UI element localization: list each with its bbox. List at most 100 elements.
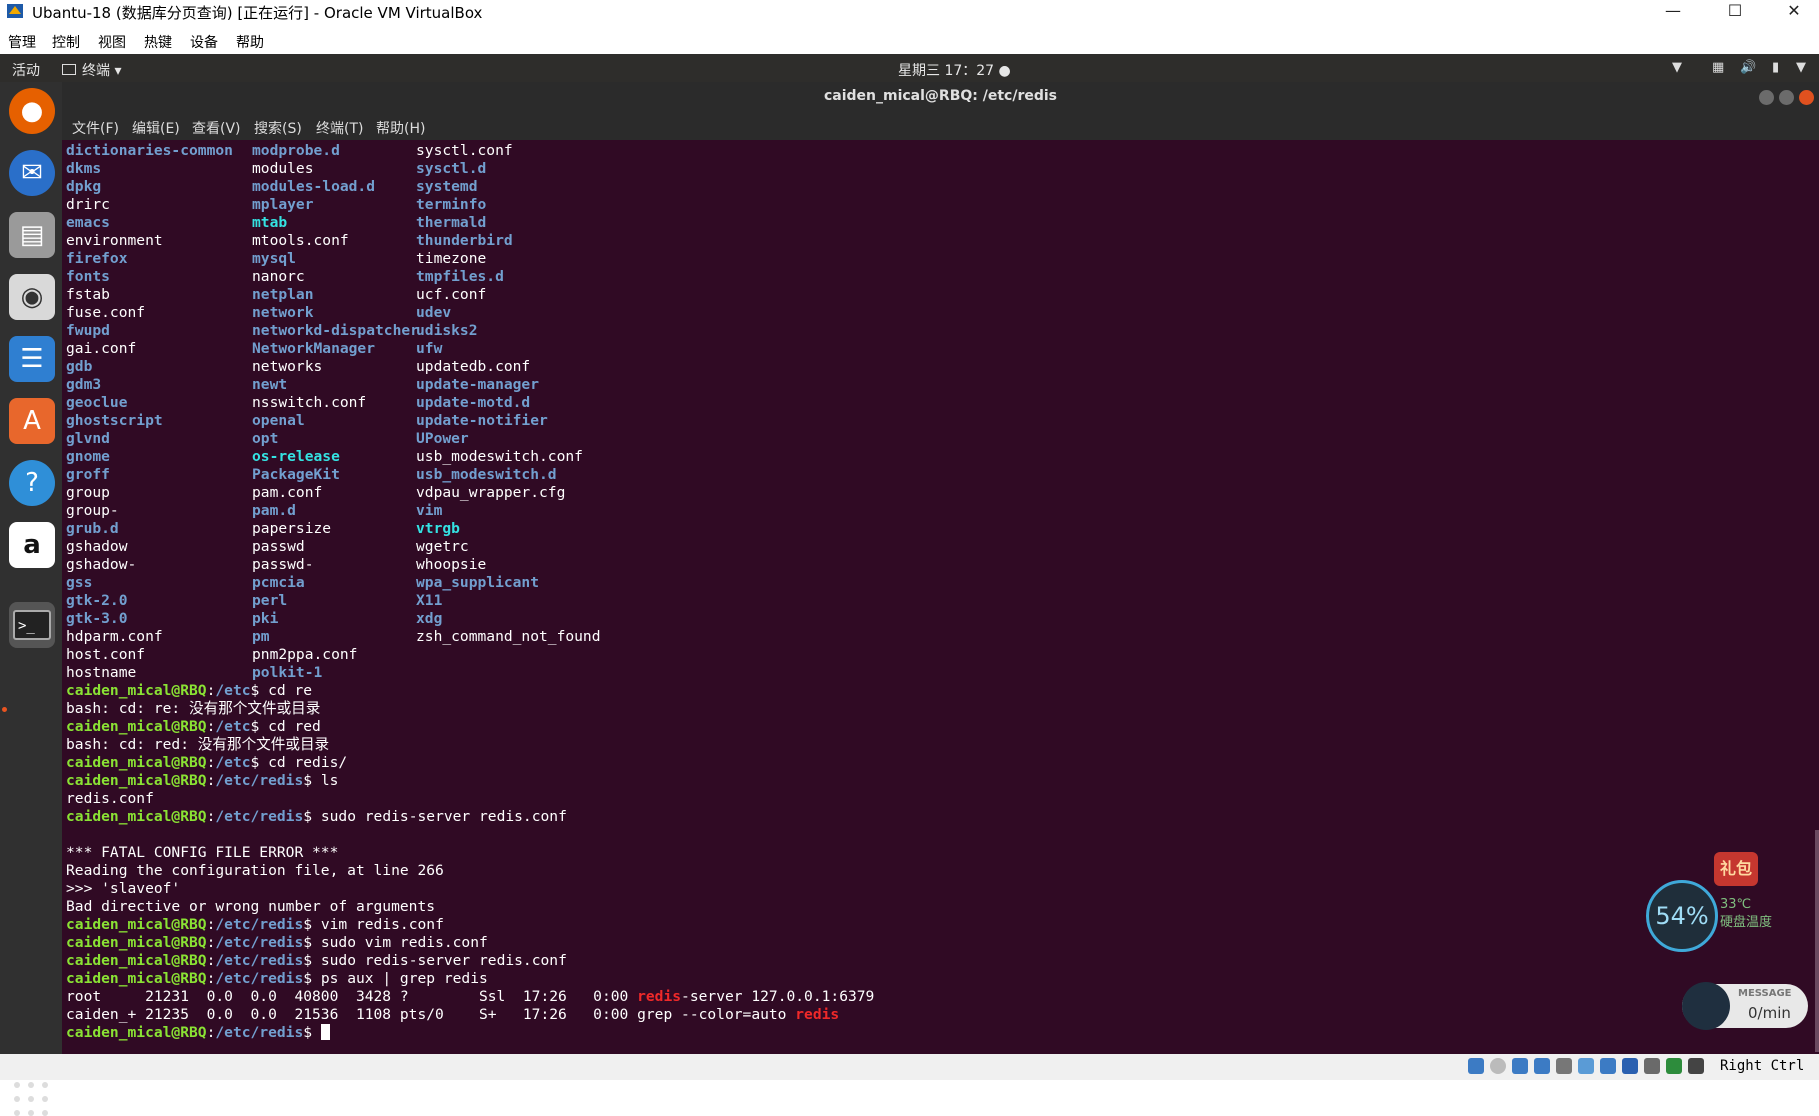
prompt-path: /etc/redis bbox=[215, 808, 304, 825]
volume-icon[interactable]: 🔊 bbox=[1740, 60, 1756, 75]
listing-entry: update-manager bbox=[416, 376, 540, 393]
listing-entry: vdpau_wrapper.cfg bbox=[416, 484, 566, 501]
usb-icon[interactable] bbox=[1556, 1058, 1572, 1074]
vt-x-icon[interactable] bbox=[1666, 1058, 1682, 1074]
listing-entry: openal bbox=[252, 412, 305, 429]
output-line: redis.conf bbox=[66, 790, 154, 807]
command-text: cd re bbox=[268, 682, 313, 699]
files-icon[interactable]: ▤ bbox=[9, 212, 55, 258]
command-text: sudo redis-server redis.conf bbox=[320, 808, 567, 825]
terminal-scrollbar[interactable] bbox=[1815, 830, 1819, 1052]
clock[interactable]: 星期三 17：27 ● bbox=[898, 60, 1011, 80]
notification-dot-icon: ● bbox=[998, 63, 1011, 79]
disk-temperature: 33℃ 硬盘温度 bbox=[1720, 896, 1772, 932]
listing-entry: usb_modeswitch.d bbox=[416, 466, 557, 483]
listing-entry: timezone bbox=[416, 250, 487, 267]
terminal-menu-view[interactable]: 查看(V) bbox=[192, 118, 241, 138]
listing-entry: pnm2ppa.conf bbox=[252, 646, 358, 663]
firefox-icon[interactable]: ● bbox=[9, 88, 55, 134]
cpu-usage-gauge[interactable]: 54% bbox=[1646, 880, 1718, 952]
libreoffice-writer-icon[interactable]: ☰ bbox=[9, 336, 55, 382]
help-icon[interactable]: ? bbox=[9, 460, 55, 506]
battery-icon[interactable]: ▮ bbox=[1772, 60, 1779, 75]
thunderbird-icon[interactable]: ✉ bbox=[9, 150, 55, 196]
prompt-line: caiden_mical@RBQ:/etc/redis$ sudo vim re… bbox=[66, 934, 488, 952]
menu-devices[interactable]: 设备 bbox=[190, 32, 218, 52]
terminal-output[interactable]: dictionaries-common modprobe.d sysctl.conf… bbox=[62, 140, 1819, 1054]
menu-control[interactable]: 控制 bbox=[52, 32, 80, 52]
terminal-menu-terminal[interactable]: 终端(T) bbox=[316, 118, 363, 138]
menu-manage[interactable]: 管理 bbox=[8, 32, 36, 52]
terminal-menu-search[interactable]: 搜索(S) bbox=[254, 118, 302, 138]
listing-entry: dpkg bbox=[66, 178, 102, 195]
output-line: bash: cd: red: 没有那个文件或目录 bbox=[66, 736, 330, 753]
listing-entry: ucf.conf bbox=[416, 286, 487, 303]
recording-icon[interactable] bbox=[1622, 1058, 1638, 1074]
terminal-menu-edit[interactable]: 编辑(E) bbox=[132, 118, 180, 138]
terminal-menu-file[interactable]: 文件(F) bbox=[72, 118, 119, 138]
terminal-close-button[interactable] bbox=[1799, 90, 1814, 105]
listing-entry: udev bbox=[416, 304, 452, 321]
listing-entry: gshadow- bbox=[66, 556, 137, 573]
terminal-title-bar: caiden_mical@RBQ: /etc/redis bbox=[62, 82, 1819, 112]
listing-entry: wpa_supplicant bbox=[416, 574, 540, 591]
menu-help[interactable]: 帮助 bbox=[236, 32, 264, 52]
close-button[interactable]: ✕ bbox=[1771, 0, 1817, 24]
system-menu-chevron-icon[interactable]: ▼ bbox=[1796, 60, 1806, 75]
message-rate: 0/min bbox=[1748, 1004, 1791, 1022]
vbox-menu-bar: 管理 控制 视图 热键 设备 帮助 bbox=[0, 30, 1819, 54]
listing-entry: gnome bbox=[66, 448, 110, 465]
shared-folders-icon[interactable] bbox=[1578, 1058, 1594, 1074]
prompt-path: /etc/redis bbox=[215, 934, 304, 951]
listing-entry: pam.d bbox=[252, 502, 296, 519]
app-menu[interactable]: 终端 ▾ bbox=[62, 60, 121, 80]
amazon-icon[interactable]: a bbox=[9, 522, 55, 568]
listing-entry: emacs bbox=[66, 214, 110, 231]
display-icon[interactable] bbox=[1600, 1058, 1616, 1074]
listing-entry: opt bbox=[252, 430, 279, 447]
prompt-line: caiden_mical@RBQ:/etc/redis$ bbox=[66, 1024, 330, 1042]
prompt-user: caiden_mical@RBQ bbox=[66, 772, 207, 789]
prompt-line: caiden_mical@RBQ:/etc/redis$ ps aux | gr… bbox=[66, 970, 488, 988]
output-line: Reading the configuration file, at line … bbox=[66, 862, 444, 879]
mouse-integration-icon[interactable] bbox=[1688, 1058, 1704, 1074]
gift-badge[interactable]: 礼包 bbox=[1714, 852, 1758, 886]
listing-entry: mysql bbox=[252, 250, 296, 267]
chevron-down-icon[interactable]: ▼ bbox=[1672, 60, 1682, 75]
command-text: cd redis/ bbox=[268, 754, 348, 771]
listing-entry: updatedb.conf bbox=[416, 358, 531, 375]
terminal-minimize-button[interactable] bbox=[1759, 90, 1774, 105]
cpu-icon[interactable] bbox=[1644, 1058, 1660, 1074]
terminal-dock-icon[interactable]: >_ bbox=[9, 602, 55, 648]
listing-entry: systemd bbox=[416, 178, 478, 195]
prompt-line: caiden_mical@RBQ:/etc/redis$ sudo redis-… bbox=[66, 952, 567, 970]
network-icon[interactable]: ▦ bbox=[1712, 60, 1724, 75]
prompt-dollar: $ bbox=[250, 754, 269, 771]
running-indicator bbox=[2, 707, 7, 712]
listing-entry: papersize bbox=[252, 520, 332, 537]
minimize-button[interactable]: — bbox=[1650, 0, 1696, 24]
listing-entry: gss bbox=[66, 574, 93, 591]
audio-icon[interactable] bbox=[1512, 1058, 1528, 1074]
message-title: MESSAGE bbox=[1738, 988, 1792, 999]
terminal-menu-help[interactable]: 帮助(H) bbox=[376, 118, 425, 138]
command-text: sudo vim redis.conf bbox=[320, 934, 488, 951]
listing-entry: PackageKit bbox=[252, 466, 340, 483]
message-widget[interactable]: MESSAGE 0/min bbox=[1682, 982, 1808, 1030]
prompt-path: /etc bbox=[215, 718, 251, 735]
listing-entry: dkms bbox=[66, 160, 102, 177]
software-center-icon[interactable]: A bbox=[9, 398, 55, 444]
show-applications-icon[interactable] bbox=[14, 1082, 48, 1116]
menu-hotkeys[interactable]: 热键 bbox=[144, 32, 172, 52]
temperature-label: 硬盘温度 bbox=[1720, 915, 1773, 930]
maximize-button[interactable]: ☐ bbox=[1712, 0, 1758, 24]
hdd-icon[interactable] bbox=[1468, 1058, 1484, 1074]
terminal-maximize-button[interactable] bbox=[1779, 90, 1794, 105]
optical-drive-icon[interactable] bbox=[1490, 1058, 1506, 1074]
activities-button[interactable]: 活动 bbox=[12, 60, 40, 80]
network-adapter-icon[interactable] bbox=[1534, 1058, 1550, 1074]
rhythmbox-icon[interactable]: ◉ bbox=[9, 274, 55, 320]
menu-view[interactable]: 视图 bbox=[98, 32, 126, 52]
prompt-dollar: $ bbox=[303, 772, 321, 789]
prompt-user: caiden_mical@RBQ bbox=[66, 952, 207, 969]
